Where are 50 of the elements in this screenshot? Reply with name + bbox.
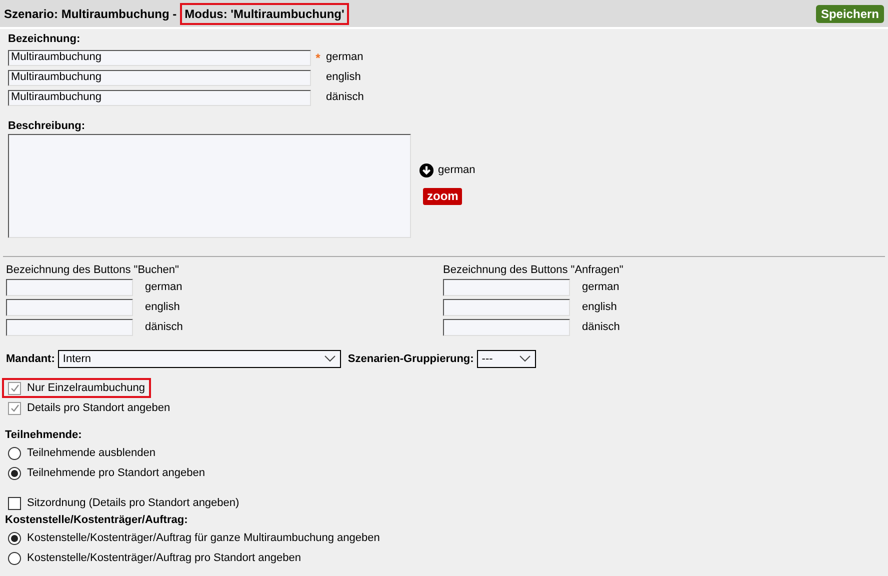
section-heading: Teilnehmende: [5,428,83,443]
field-label: Bezeichnung: [8,32,82,47]
description-field[interactable] [8,134,411,238]
field-label: Bezeichnung des Buttons "Anfragen" [443,264,624,277]
scenario-title: Szenario: Multiraumbuchung - [4,6,177,22]
language-label: dänisch [582,320,620,335]
language-label: german [145,280,182,295]
text-field[interactable]: Multiraumbuchung [8,90,311,106]
text-field[interactable] [443,318,570,336]
grouping-select[interactable]: --- [476,350,536,368]
field-label: Bezeichnung des Buttons "Buchen" [6,264,180,277]
field-label: Szenarien-Gruppierung: [348,352,474,367]
checkbox[interactable] [8,496,21,510]
radio-label: Teilnehmende ausblenden [27,446,156,461]
checkbox-label: Sitzordnung (Details pro Standort angeben) [27,496,240,511]
radio-label: Teilnehmende pro Standort angeben [27,466,205,481]
text-field[interactable] [6,298,133,316]
language-label: english [582,300,617,315]
field-label: Beschreibung: [8,118,86,134]
text-field[interactable] [6,278,133,296]
language-label: english [145,300,180,315]
checkbox-label: Details pro Standort angeben [27,400,170,416]
language-label: dänisch [145,320,183,335]
radio-label: Kostenstelle/Kostenträger/Auftrag für ganze Multiraumbuchung angeben [27,530,380,546]
text-field[interactable] [443,298,570,316]
checkbox-label: Nur Einzelraumbuchung [27,380,146,396]
text-field[interactable]: Multiraumbuchung [8,50,311,66]
language-label: dänisch [326,90,364,106]
language-label: german [326,50,364,66]
text-field[interactable]: Multiraumbuchung [8,70,311,86]
radio-button[interactable] [8,466,21,480]
required-icon: * [316,48,320,66]
section-heading: Kostenstelle/Kostenträger/Auftrag: [5,513,189,528]
radio-button[interactable] [8,532,21,544]
language-label: german [582,280,620,295]
caret-icon [324,355,336,363]
save-button[interactable]: Speichern [816,4,884,22]
down-arrow-icon[interactable] [419,162,434,178]
radio-button[interactable] [8,446,21,460]
radio-button[interactable] [8,552,21,564]
text-field[interactable] [6,318,133,336]
language-label: german [438,163,476,178]
field-label: Mandant: [6,352,55,367]
language-label: english [326,70,361,86]
text-field[interactable] [443,278,570,296]
radio-label: Kostenstelle/Kostenträger/Auftrag pro Standort angeben [27,550,301,566]
mode-title: Modus: 'Multiraumbuchung' [180,2,350,24]
caret-icon [518,355,531,363]
zoom-button[interactable]: zoom [423,188,462,204]
mandant-select[interactable]: Intern [58,350,341,368]
